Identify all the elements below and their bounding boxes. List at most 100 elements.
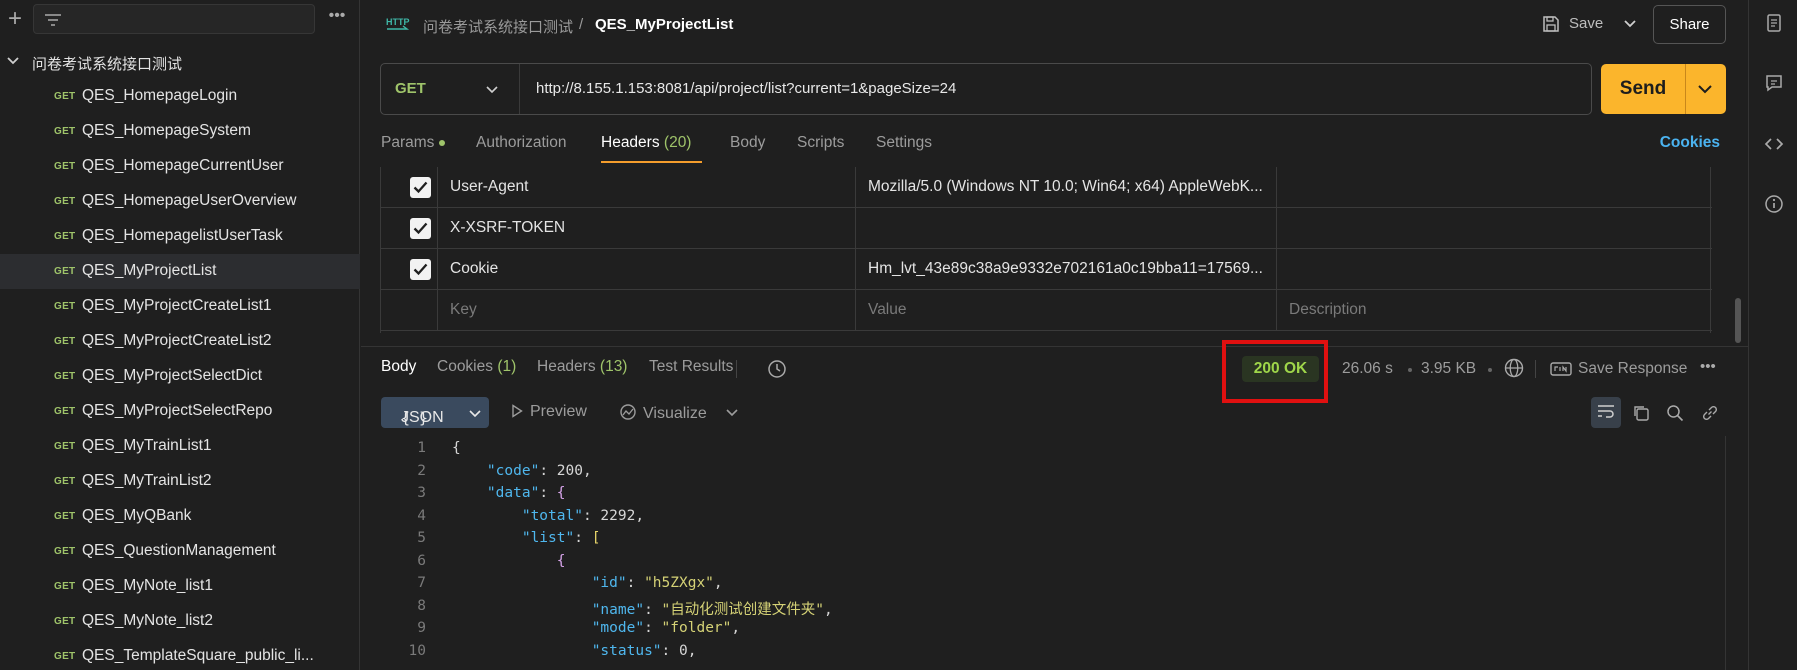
- collection-folder[interactable]: 问卷考试系统接口测试: [0, 48, 360, 76]
- method-select[interactable]: GET: [381, 64, 520, 114]
- tab-authorization[interactable]: Authorization: [476, 134, 566, 152]
- sidebar-item-request[interactable]: GET QES_MyProjectSelectDict: [0, 359, 360, 394]
- preview-button[interactable]: Preview: [511, 403, 587, 421]
- line-number: 9: [417, 620, 426, 636]
- line-number: 3: [417, 485, 426, 501]
- code-line: "id": "h5ZXgx",: [591, 575, 723, 591]
- header-value[interactable]: Hm_lvt_43e89c38a9e9332e702161a0c19bba11=…: [868, 260, 1263, 278]
- wrap-icon: [1598, 405, 1614, 418]
- sidebar-item-request[interactable]: GET QES_HomepagelistUserTask: [0, 219, 360, 254]
- description-input[interactable]: Description: [1289, 301, 1367, 319]
- response-body-code[interactable]: 1 2 3 4 5 6 7 8 9 10 { "code": 200, "data": { "to…: [361, 436, 1728, 670]
- json-value: "h5ZXgx": [644, 575, 714, 591]
- sidebar-item-request[interactable]: GET QES_HomepageCurrentUser: [0, 149, 360, 184]
- sidebar-item-request[interactable]: GET QES_MyNote_list1: [0, 569, 360, 604]
- table-row: X-XSRF-TOKEN: [381, 208, 1712, 249]
- response-time[interactable]: 26.06 s: [1342, 360, 1393, 378]
- sidebar-item-request[interactable]: GET QES_MyTrainList2: [0, 464, 360, 499]
- sidebar-item-request[interactable]: GET QES_HomepageLogin: [0, 79, 360, 114]
- sidebar-item-request[interactable]: GET QES_MyProjectList: [0, 254, 360, 289]
- breadcrumb-parent[interactable]: 问卷考试系统接口测试: [423, 16, 573, 37]
- method-badge: GET: [54, 231, 76, 242]
- sidebar-item-request[interactable]: GET QES_MyProjectCreateList1: [0, 289, 360, 324]
- send-button[interactable]: Send: [1601, 64, 1726, 114]
- value-input[interactable]: Value: [868, 301, 907, 319]
- filter-input[interactable]: [33, 4, 315, 34]
- tab-settings[interactable]: Settings: [876, 134, 932, 152]
- code-icon[interactable]: [1763, 133, 1785, 155]
- request-name: QES_HomepageSystem: [82, 122, 251, 139]
- params-indicator-dot: [439, 139, 446, 146]
- sidebar-item-request[interactable]: GET QES_MyProjectCreateList2: [0, 324, 360, 359]
- save-options-chevron-icon[interactable]: [1623, 12, 1637, 36]
- res-tab-test-results[interactable]: Test Results: [649, 358, 733, 376]
- tab-scripts[interactable]: Scripts: [797, 134, 844, 152]
- res-tab-headers[interactable]: Headers (13): [537, 358, 627, 376]
- code-line: "list": [: [521, 530, 601, 546]
- method-badge: GET: [54, 161, 76, 172]
- chevron-down-icon: [7, 57, 19, 65]
- header-value[interactable]: Mozilla/5.0 (Windows NT 10.0; Win64; x64…: [868, 178, 1263, 196]
- link-button[interactable]: [1695, 397, 1725, 428]
- method-badge: GET: [54, 441, 76, 452]
- header-key[interactable]: Cookie: [450, 260, 498, 278]
- response-more-icon[interactable]: •••: [1700, 358, 1716, 375]
- line-number: 6: [417, 553, 426, 569]
- chevron-down-icon: [469, 410, 481, 418]
- comment-icon[interactable]: [1763, 72, 1785, 94]
- header-enabled-checkbox[interactable]: [410, 177, 431, 198]
- headers-scrollbar[interactable]: [1735, 298, 1741, 343]
- request-name: QES_TemplateSquare_public_li...: [82, 647, 314, 664]
- request-name: QES_HomepageCurrentUser: [82, 157, 284, 174]
- tab-params[interactable]: Params: [381, 134, 446, 152]
- more-options-icon[interactable]: •••: [326, 8, 348, 29]
- sidebar-item-request[interactable]: GET QES_MyNote_list2: [0, 604, 360, 639]
- send-options-chevron-icon[interactable]: [1697, 83, 1713, 95]
- tab-headers[interactable]: Headers (20): [601, 134, 691, 152]
- tab-params-label: Params: [381, 134, 435, 151]
- json-value: 0: [679, 643, 688, 659]
- tab-body[interactable]: Body: [730, 134, 765, 152]
- info-icon[interactable]: [1763, 193, 1785, 215]
- sidebar-item-request[interactable]: GET QES_QuestionManagement: [0, 534, 360, 569]
- pane-divider[interactable]: [361, 346, 1748, 347]
- code-scroll-track: [1725, 436, 1726, 670]
- toolbar-separator: [1535, 360, 1536, 378]
- play-icon: [512, 404, 523, 418]
- send-label: Send: [1619, 78, 1667, 99]
- search-button[interactable]: [1660, 397, 1690, 428]
- wrap-lines-button[interactable]: [1591, 397, 1621, 428]
- table-row-new: Key Value Description: [381, 290, 1712, 331]
- res-tab-cookies[interactable]: Cookies (1): [437, 358, 516, 376]
- sidebar-item-request[interactable]: GET QES_MyTrainList1: [0, 429, 360, 464]
- document-icon[interactable]: [1763, 12, 1785, 34]
- key-input[interactable]: Key: [450, 301, 477, 319]
- add-icon[interactable]: +: [4, 6, 26, 32]
- sidebar-item-request[interactable]: GET QES_HomepageSystem: [0, 114, 360, 149]
- json-key: "mode": [591, 620, 645, 636]
- history-icon[interactable]: [766, 358, 788, 380]
- header-enabled-checkbox[interactable]: [410, 218, 431, 239]
- chevron-down-icon[interactable]: [726, 408, 738, 417]
- url-input[interactable]: http://8.155.1.153:8081/api/project/list…: [536, 80, 956, 97]
- visualize-button[interactable]: Visualize: [619, 403, 707, 423]
- sidebar-item-request[interactable]: GET QES_MyQBank: [0, 499, 360, 534]
- header-enabled-checkbox[interactable]: [410, 259, 431, 280]
- json-value: "folder": [661, 620, 732, 636]
- cookies-link[interactable]: Cookies: [1660, 134, 1720, 152]
- globe-icon[interactable]: [1503, 357, 1525, 379]
- sidebar-item-request[interactable]: GET QES_MyProjectSelectRepo: [0, 394, 360, 429]
- header-key[interactable]: X-XSRF-TOKEN: [450, 219, 565, 237]
- sidebar-item-request[interactable]: GET QES_TemplateSquare_public_li...: [0, 639, 360, 670]
- method-badge: GET: [54, 266, 76, 277]
- format-select[interactable]: { } JSON: [381, 397, 489, 428]
- header-key[interactable]: User-Agent: [450, 178, 528, 196]
- save-button[interactable]: Save: [1541, 10, 1631, 38]
- share-button[interactable]: Share: [1653, 5, 1726, 44]
- response-size[interactable]: 3.95 KB: [1421, 360, 1476, 378]
- copy-button[interactable]: [1626, 397, 1656, 428]
- status-badge[interactable]: 200 OK: [1242, 356, 1319, 382]
- breadcrumb-current[interactable]: QES_MyProjectList: [595, 16, 733, 33]
- res-tab-body[interactable]: Body: [381, 358, 416, 376]
- sidebar-item-request[interactable]: GET QES_HomepageUserOverview: [0, 184, 360, 219]
